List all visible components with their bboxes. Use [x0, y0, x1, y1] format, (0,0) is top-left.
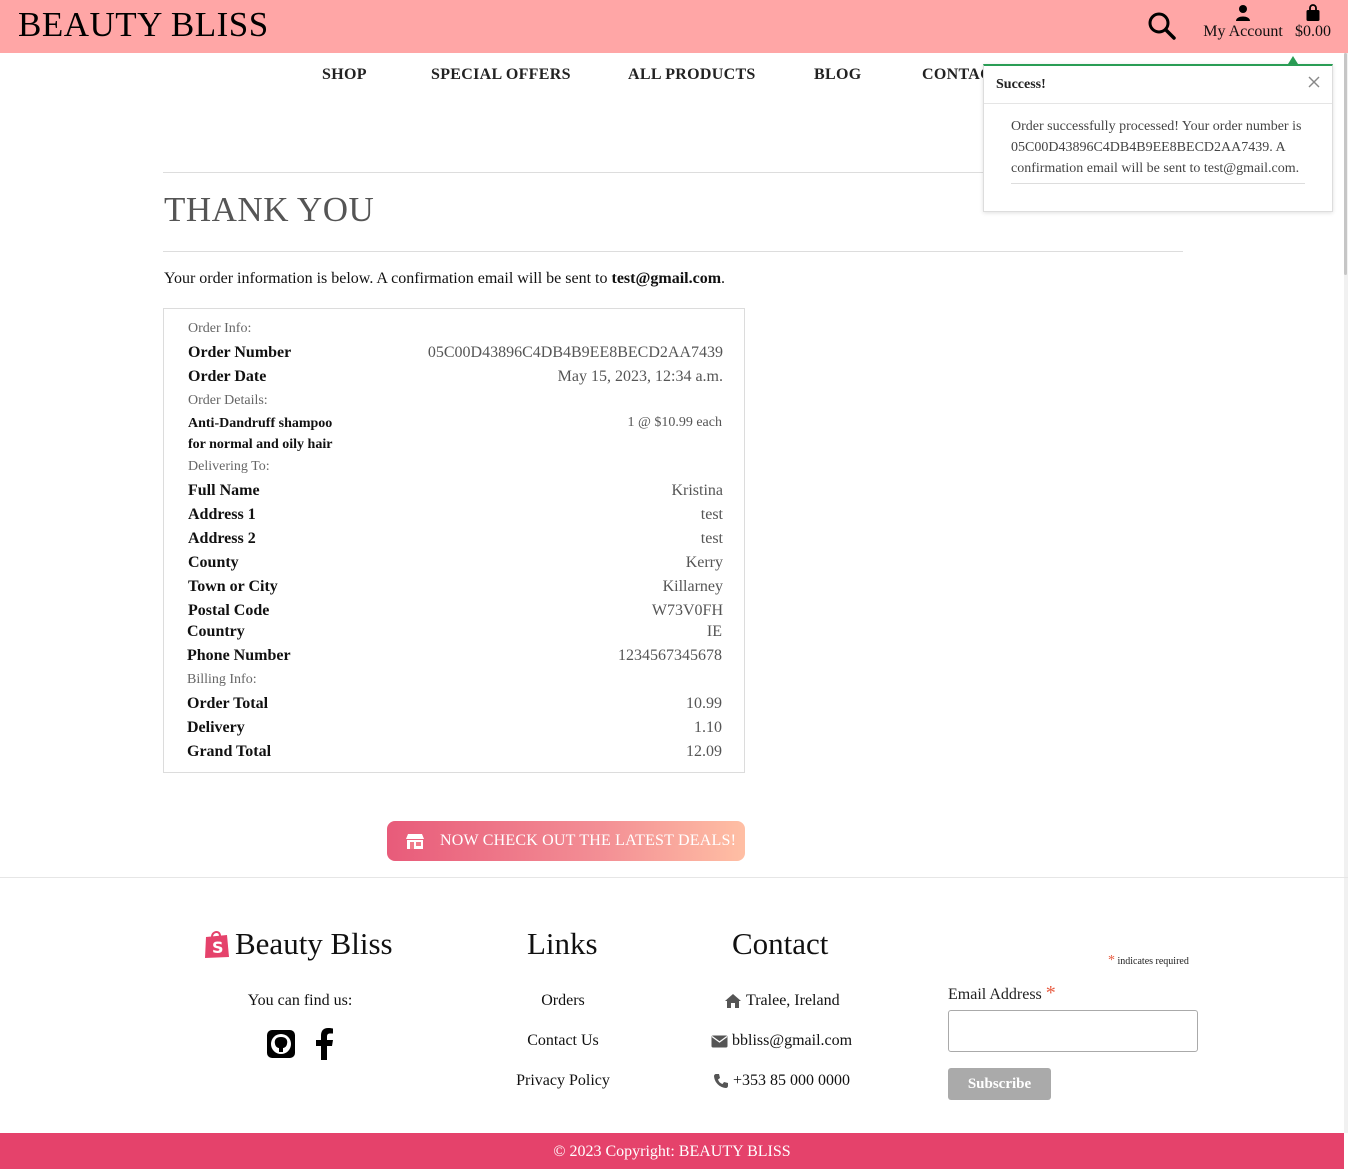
copyright-bar: © 2023 Copyright: BEAUTY BLISS [0, 1133, 1344, 1169]
order-number-value: 05C00D43896C4DB4B9EE8BECD2AA7439 [427, 344, 723, 361]
required-note: * indicates required [1108, 953, 1189, 968]
latest-deals-button[interactable]: NOW CHECK OUT THE LATEST DEALS! [387, 821, 745, 861]
newsletter-email-input[interactable] [948, 1010, 1198, 1052]
nav-all-products[interactable]: ALL PRODUCTS [628, 66, 756, 84]
cart-link[interactable]: $0.00 [1290, 4, 1336, 41]
nav-blog[interactable]: BLOG [814, 66, 861, 84]
required-star: * [1108, 953, 1115, 968]
my-account-label: My Account [1203, 23, 1283, 40]
toast-header: Success! [984, 66, 1332, 104]
section-order-info: Order Info: [188, 321, 252, 336]
product-quantity: 1 @ $10.99 each [627, 415, 722, 430]
contact-location: Tralee, Ireland [724, 992, 840, 1010]
top-header: BEAUTY BLISS My Account $0.00 [0, 0, 1348, 53]
success-toast: Success! Order successfully processed! Y… [983, 64, 1333, 212]
email-address-label: Email Address * [948, 982, 1056, 1004]
find-us-text: You can find us: [247, 992, 353, 1009]
section-billing-info: Billing Info: [187, 672, 257, 687]
search-icon[interactable] [1146, 10, 1178, 42]
nav-shop[interactable]: SHOP [322, 66, 367, 84]
user-icon [1236, 5, 1250, 21]
footer-brand-name: Beauty Bliss [235, 926, 393, 961]
shopify-bag-icon: S [205, 931, 229, 958]
links-heading: Links [527, 926, 598, 961]
contact-email[interactable]: bbliss@gmail.com [711, 1032, 852, 1050]
section-order-details: Order Details: [188, 393, 268, 408]
contact-heading: Contact [732, 926, 829, 961]
order-date-value: May 15, 2023, 12:34 a.m. [557, 368, 723, 385]
home-icon [725, 994, 741, 1008]
contact-phone[interactable]: +353 85 000 0000 [713, 1072, 850, 1090]
toast-title: Success! [996, 77, 1046, 92]
confirmation-email: test@gmail.com [611, 270, 722, 287]
cart-total: $0.00 [1295, 23, 1331, 40]
product-name: Anti-Dandruff shampoo for normal and oil… [188, 416, 333, 452]
subscribe-button[interactable]: Subscribe [948, 1068, 1051, 1100]
footer-divider [0, 877, 1348, 878]
close-icon[interactable] [1306, 74, 1322, 90]
toast-message: Order successfully processed! Your order… [1011, 119, 1302, 176]
facebook-icon[interactable] [314, 1028, 334, 1064]
confirmation-intro: Your order information is below. A confi… [164, 270, 726, 287]
toast-arrow [1288, 56, 1298, 64]
page-title: THANK YOU [164, 190, 375, 229]
phone-icon [714, 1074, 728, 1088]
store-icon [406, 834, 424, 849]
footer-link-orders[interactable]: Orders [463, 992, 663, 1010]
order-summary-card: Order Info: Order Number 05C00D43896C4DB4… [163, 308, 745, 773]
footer-link-contact-us[interactable]: Contact Us [463, 1032, 663, 1050]
divider [163, 251, 1183, 252]
section-delivering-to: Delivering To: [188, 459, 270, 474]
github-icon[interactable] [266, 1029, 296, 1063]
footer-brand: S Beauty Bliss [203, 926, 393, 962]
footer-link-privacy-policy[interactable]: Privacy Policy [463, 1072, 663, 1090]
brand-logo-text[interactable]: BEAUTY BLISS [18, 5, 269, 45]
shopping-bag-icon [1306, 4, 1320, 21]
latest-deals-label: NOW CHECK OUT THE LATEST DEALS! [440, 832, 737, 849]
scrollbar-thumb[interactable] [1344, 53, 1347, 275]
nav-special-offers[interactable]: SPECIAL OFFERS [431, 66, 571, 84]
svg-text:S: S [212, 938, 224, 957]
my-account-link[interactable]: My Account [1198, 4, 1288, 41]
divider [1011, 183, 1305, 184]
envelope-icon [711, 1035, 728, 1047]
nav-contact[interactable]: CONTAC [922, 66, 992, 84]
